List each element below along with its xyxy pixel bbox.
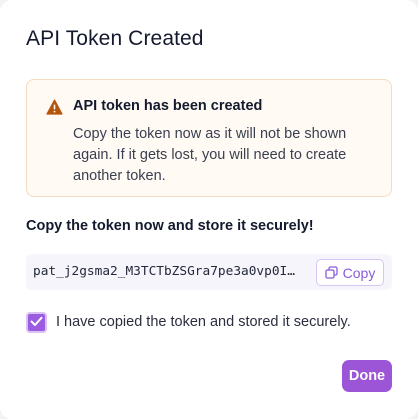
dialog-title: API Token Created [26,27,204,50]
token-created-alert: API token has been created Copy the toke… [26,79,392,197]
done-button[interactable]: Done [342,360,392,392]
warning-icon [46,99,63,115]
checkmark-icon [30,314,43,332]
confirm-copied-label[interactable]: I have copied the token and stored it se… [56,314,351,330]
token-value[interactable]: pat_j2gsma2_M3TCTbZSGra7pe3a0vp0I… [33,254,311,290]
token-section-label: Copy the token now and store it securely… [26,218,314,234]
copy-token-button[interactable]: Copy [316,259,384,286]
confirm-copied-checkbox[interactable] [26,312,47,333]
alert-message: Copy the token now as it will not be sho… [73,126,347,184]
token-display: pat_j2gsma2_M3TCTbZSGra7pe3a0vp0I… Copy [26,254,392,290]
api-token-dialog: API Token Created API token has been cre… [0,0,418,419]
copy-button-label: Copy [342,264,376,281]
copy-icon [325,266,338,279]
alert-title: API token has been created [73,98,263,114]
